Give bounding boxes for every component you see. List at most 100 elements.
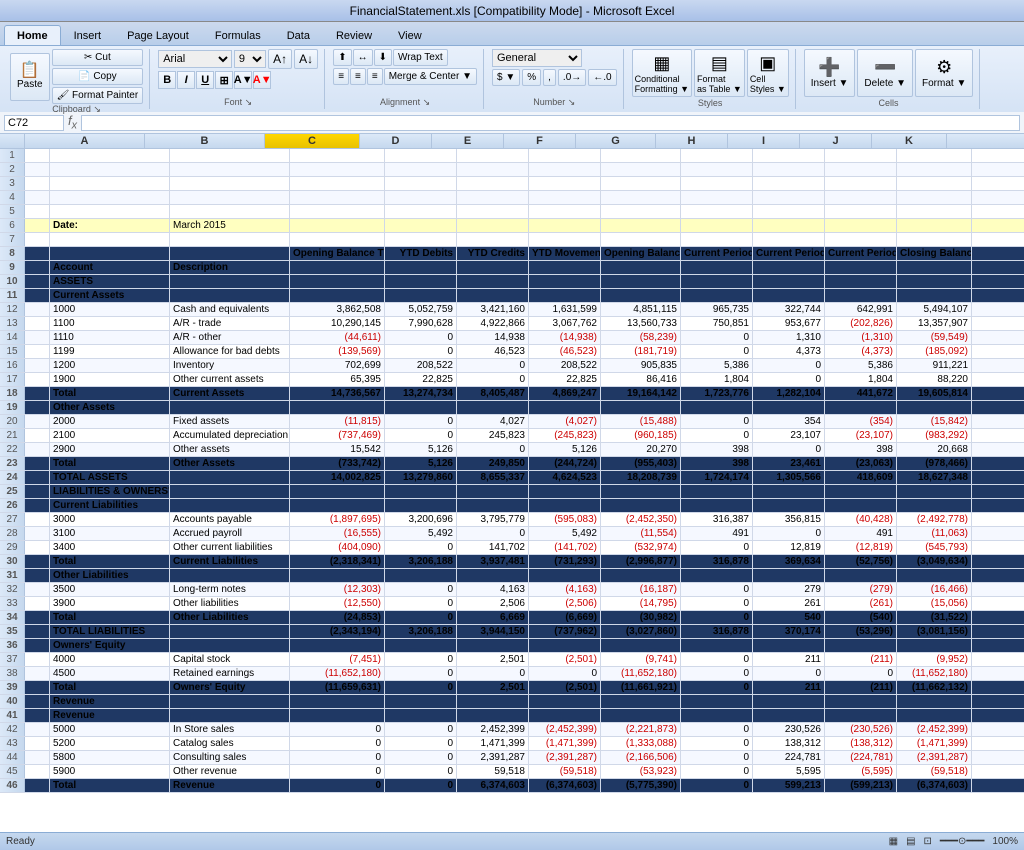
cell[interactable]: Accounts payable [170,513,290,526]
cell[interactable]: Other revenue [170,765,290,778]
cell[interactable]: 0 [457,359,529,372]
table-row[interactable]: 46TotalRevenue006,374,603(6,374,603)(5,7… [0,779,1024,793]
cell[interactable]: 18,208,739 [601,471,681,484]
cell[interactable] [25,261,50,274]
cell[interactable] [897,163,972,176]
cell[interactable]: 3,944,150 [457,625,529,638]
cell[interactable]: Current Liabilities [170,555,290,568]
increase-font-button[interactable]: A↑ [268,49,292,69]
cell[interactable]: (4,373) [825,345,897,358]
cell[interactable] [385,499,457,512]
cell[interactable]: 0 [753,373,825,386]
cell[interactable]: Current Period Movement [825,247,897,260]
table-row[interactable]: 23TotalOther Assets(733,742)5,126249,850… [0,457,1024,471]
table-row[interactable]: 1 [0,149,1024,163]
cell[interactable] [25,485,50,498]
cell[interactable]: 19,605,814 [897,387,972,400]
cell[interactable]: Total [50,611,170,624]
cell[interactable]: 5,386 [825,359,897,372]
cell[interactable]: 249,850 [457,457,529,470]
cell[interactable] [601,695,681,708]
cell[interactable]: 22,825 [385,373,457,386]
cell[interactable]: TOTAL LIABILITIES [50,625,170,638]
cell[interactable]: 0 [385,737,457,750]
cell[interactable] [681,485,753,498]
cell[interactable] [897,275,972,288]
format-as-table-button[interactable]: ▤ Formatas Table ▼ [694,49,745,97]
percent-button[interactable]: % [522,69,541,86]
cell[interactable] [681,261,753,274]
cell[interactable]: 4,869,247 [529,387,601,400]
cell[interactable]: (14,795) [601,597,681,610]
cell[interactable]: Other Liabilities [50,569,170,582]
paste-button[interactable]: 📋 Paste [10,53,50,101]
cell[interactable] [825,233,897,246]
cell[interactable]: 3,862,508 [290,303,385,316]
cell[interactable]: 3900 [50,597,170,610]
table-row[interactable]: 121000Cash and equivalents3,862,5085,052… [0,303,1024,317]
cell[interactable]: (1,471,399) [897,737,972,750]
cell[interactable]: 19,164,142 [601,387,681,400]
cell[interactable] [897,191,972,204]
cell[interactable]: (737,962) [529,625,601,638]
cell[interactable]: (737,469) [290,429,385,442]
cell[interactable]: (23,063) [825,457,897,470]
cell[interactable]: 86,416 [601,373,681,386]
cell[interactable] [457,219,529,232]
align-middle-button[interactable]: ↔ [353,49,373,66]
cell[interactable]: (245,823) [529,429,601,442]
cell[interactable]: 965,735 [681,303,753,316]
cell[interactable] [25,625,50,638]
cell[interactable]: 3,067,762 [529,317,601,330]
cell[interactable]: 3,200,696 [385,513,457,526]
cell[interactable]: 0 [681,737,753,750]
cell[interactable] [25,205,50,218]
cell[interactable]: Total [50,457,170,470]
cell[interactable] [50,163,170,176]
cell[interactable] [753,485,825,498]
cell[interactable]: 0 [385,751,457,764]
cell[interactable]: (224,781) [825,751,897,764]
cell[interactable]: 1,631,599 [529,303,601,316]
cell[interactable] [25,359,50,372]
cell[interactable]: 0 [290,779,385,792]
cell[interactable]: 2,452,399 [457,723,529,736]
merge-center-button[interactable]: Merge & Center ▼ [384,68,477,85]
cell[interactable]: 491 [681,527,753,540]
cell[interactable]: Opening Balance This Period [601,247,681,260]
cell[interactable] [529,191,601,204]
cell[interactable] [457,695,529,708]
cell[interactable]: 1,804 [825,373,897,386]
cell[interactable] [290,709,385,722]
decrease-font-button[interactable]: A↓ [294,49,318,69]
cell[interactable]: 1,804 [681,373,753,386]
cell[interactable] [50,233,170,246]
cell[interactable]: (15,842) [897,415,972,428]
cell[interactable]: YTD Movement [529,247,601,260]
cell[interactable]: (2,318,341) [290,555,385,568]
cell[interactable]: (59,518) [529,765,601,778]
cell[interactable]: Current Assets [50,289,170,302]
cell[interactable] [25,541,50,554]
table-row[interactable]: 283100Accrued payroll(16,555)5,49205,492… [0,527,1024,541]
cell[interactable] [457,485,529,498]
cell[interactable]: Retained earnings [170,667,290,680]
cell[interactable] [170,205,290,218]
cell[interactable] [897,177,972,190]
table-row[interactable]: 333900Other liabilities(12,550)02,506(2,… [0,597,1024,611]
cell[interactable]: 0 [681,765,753,778]
cell[interactable] [457,149,529,162]
cell[interactable] [457,401,529,414]
conditional-formatting-button[interactable]: ▦ ConditionalFormatting ▼ [632,49,692,97]
cell[interactable]: Long-term notes [170,583,290,596]
cell[interactable] [897,695,972,708]
cell[interactable]: 3,421,160 [457,303,529,316]
cell[interactable] [290,499,385,512]
cell[interactable] [385,149,457,162]
cell[interactable] [753,219,825,232]
cell[interactable]: 1,724,174 [681,471,753,484]
cell[interactable]: Revenue [50,695,170,708]
cell[interactable]: (9,741) [601,653,681,666]
cell[interactable] [897,289,972,302]
cell[interactable]: (279) [825,583,897,596]
